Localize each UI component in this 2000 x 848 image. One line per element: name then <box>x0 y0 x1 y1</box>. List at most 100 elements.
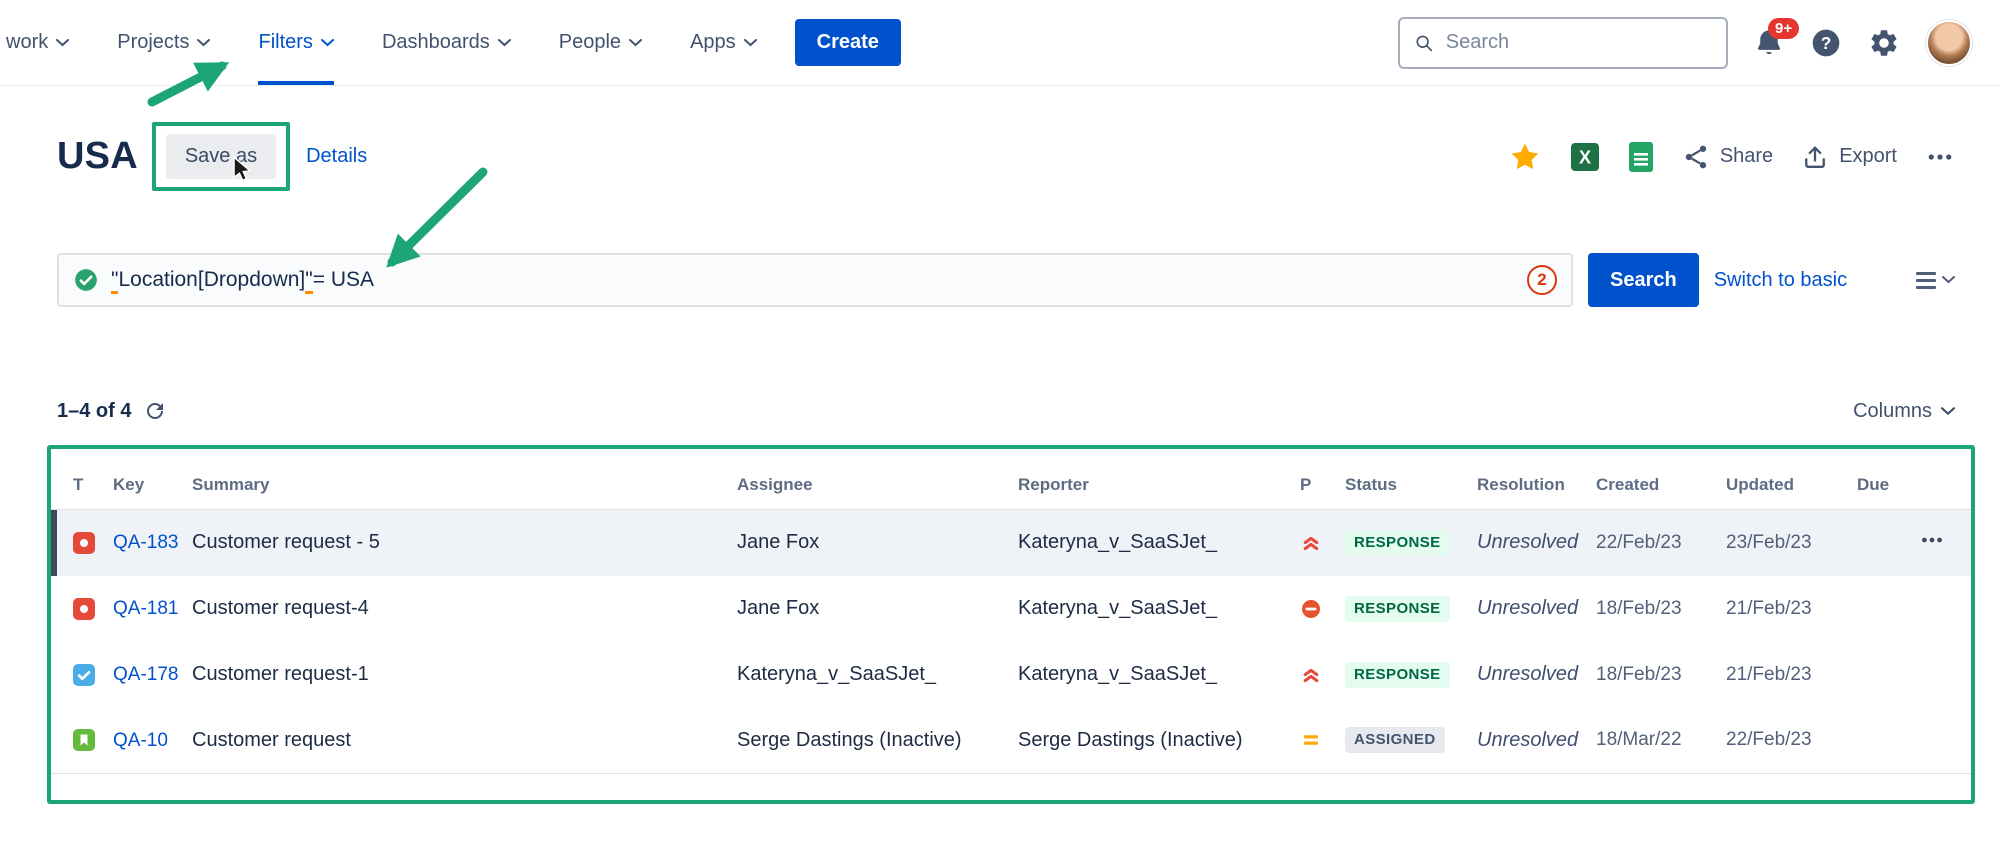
google-sheets-icon <box>1628 141 1654 173</box>
meatball-menu-icon <box>1919 527 1945 553</box>
filter-results-page: USA Save as Details X Share <box>0 122 2000 804</box>
star-icon <box>1508 140 1542 174</box>
task-icon <box>73 664 95 686</box>
help-button[interactable]: ? <box>1810 27 1842 59</box>
nav-right-controls: 9+ ? <box>1398 0 1972 85</box>
issue-summary[interactable]: Customer request - 5 <box>192 510 737 576</box>
col-header-assignee[interactable]: Assignee <box>737 449 1018 510</box>
col-header-type[interactable]: T <box>51 449 113 510</box>
table-header-row: T Key Summary Assignee Reporter P Status… <box>51 449 1971 510</box>
jql-operator-value: = USA <box>313 268 374 291</box>
col-header-actions <box>1919 449 1971 510</box>
status-badge[interactable]: RESPONSE <box>1345 530 1450 556</box>
switch-to-basic-link[interactable]: Switch to basic <box>1714 269 1847 292</box>
export-icon <box>1801 143 1829 171</box>
col-header-updated[interactable]: Updated <box>1726 449 1857 510</box>
table-highlight-box: T Key Summary Assignee Reporter P Status… <box>47 445 1975 804</box>
issue-created: 18/Mar/22 <box>1596 708 1726 774</box>
col-header-resolution[interactable]: Resolution <box>1477 449 1596 510</box>
table-row[interactable]: QA-10 Customer request Serge Dastings (I… <box>51 708 1971 774</box>
jql-annotation-badge[interactable]: 2 <box>1527 265 1557 295</box>
settings-button[interactable] <box>1868 27 1900 59</box>
jql-search-row: "Location[Dropdown]"= USA 2 Search Switc… <box>57 253 1955 307</box>
issue-key-link[interactable]: QA-178 <box>113 664 178 685</box>
issue-assignee: Jane Fox <box>737 576 1018 642</box>
issue-key-link[interactable]: QA-183 <box>113 532 178 553</box>
issue-key-link[interactable]: QA-10 <box>113 730 168 751</box>
priority-highest-icon <box>1300 532 1322 554</box>
page-title: USA <box>57 135 138 178</box>
issue-reporter: Serge Dastings (Inactive) <box>1018 708 1300 774</box>
col-header-due[interactable]: Due <box>1857 449 1919 510</box>
nav-item-label: People <box>559 31 621 54</box>
refresh-icon <box>143 399 167 423</box>
search-icon <box>1414 32 1434 54</box>
jql-options-button[interactable] <box>1916 272 1955 289</box>
user-avatar[interactable] <box>1926 20 1972 66</box>
col-header-priority[interactable]: P <box>1300 449 1345 510</box>
help-icon: ? <box>1810 27 1842 59</box>
excel-icon: X <box>1570 142 1600 172</box>
col-header-key[interactable]: Key <box>113 449 192 510</box>
story-icon <box>73 729 95 751</box>
priority-medium-icon <box>1300 729 1322 751</box>
issue-resolution: Unresolved <box>1477 642 1596 708</box>
issue-summary[interactable]: Customer request-1 <box>192 642 737 708</box>
issue-created: 22/Feb/23 <box>1596 510 1726 576</box>
col-header-created[interactable]: Created <box>1596 449 1726 510</box>
table-row[interactable]: QA-181 Customer request-4 Jane Fox Kater… <box>51 576 1971 642</box>
col-header-summary[interactable]: Summary <box>192 449 737 510</box>
table-row[interactable]: QA-178 Customer request-1 Kateryna_v_Saa… <box>51 642 1971 708</box>
issue-assignee: Jane Fox <box>737 510 1018 576</box>
row-actions-button[interactable] <box>1919 527 1945 553</box>
issue-summary[interactable]: Customer request <box>192 708 737 774</box>
chevron-down-icon <box>1942 276 1955 284</box>
columns-dropdown[interactable]: Columns <box>1853 400 1955 423</box>
chevron-down-icon <box>56 39 69 47</box>
refresh-button[interactable] <box>143 399 167 423</box>
col-header-reporter[interactable]: Reporter <box>1018 449 1300 510</box>
issue-updated: 23/Feb/23 <box>1726 510 1857 576</box>
col-header-status[interactable]: Status <box>1345 449 1477 510</box>
issue-key-link[interactable]: QA-181 <box>113 598 178 619</box>
nav-item-dashboards[interactable]: Dashboards <box>382 0 511 85</box>
jql-query-input[interactable]: "Location[Dropdown]"= USA 2 <box>57 253 1573 307</box>
chevron-down-icon <box>321 39 334 47</box>
search-button[interactable]: Search <box>1588 253 1699 307</box>
details-link[interactable]: Details <box>306 145 367 168</box>
nav-item-filters[interactable]: Filters <box>258 0 333 85</box>
chevron-down-icon <box>498 39 511 47</box>
issue-due <box>1857 642 1919 708</box>
status-badge[interactable]: RESPONSE <box>1345 662 1450 688</box>
status-badge[interactable]: RESPONSE <box>1345 596 1450 622</box>
filter-actions: X Share Export <box>1508 140 1955 174</box>
chevron-down-icon <box>1941 407 1955 416</box>
gear-icon <box>1868 27 1900 59</box>
primary-nav: work Projects Filters Dashboards People … <box>6 0 757 85</box>
notifications-button[interactable]: 9+ <box>1754 28 1784 58</box>
nav-item-apps[interactable]: Apps <box>690 0 757 85</box>
favorite-star-button[interactable] <box>1508 140 1542 174</box>
global-search[interactable] <box>1398 17 1728 69</box>
export-google-sheets-button[interactable] <box>1628 141 1654 173</box>
issue-reporter: Kateryna_v_SaaSJet_ <box>1018 576 1300 642</box>
nav-item-people[interactable]: People <box>559 0 642 85</box>
more-options-button[interactable] <box>1925 142 1955 172</box>
nav-item-projects[interactable]: Projects <box>117 0 210 85</box>
nav-item-label: Filters <box>258 31 312 54</box>
hamburger-icon <box>1916 272 1936 289</box>
create-button[interactable]: Create <box>795 19 901 66</box>
table-row[interactable]: QA-183 Customer request - 5 Jane Fox Kat… <box>51 510 1971 576</box>
share-button[interactable]: Share <box>1682 143 1773 171</box>
bug-icon <box>73 598 95 620</box>
export-button[interactable]: Export <box>1801 143 1897 171</box>
issue-summary[interactable]: Customer request-4 <box>192 576 737 642</box>
filter-header: USA Save as Details X Share <box>57 122 1955 191</box>
export-excel-button[interactable]: X <box>1570 142 1600 172</box>
nav-item-label: Projects <box>117 31 189 54</box>
notifications-badge: 9+ <box>1768 18 1799 39</box>
nav-item-work[interactable]: work <box>6 0 69 85</box>
global-search-input[interactable] <box>1444 30 1712 55</box>
save-as-button[interactable]: Save as <box>166 134 276 179</box>
status-badge[interactable]: ASSIGNED <box>1345 727 1445 753</box>
